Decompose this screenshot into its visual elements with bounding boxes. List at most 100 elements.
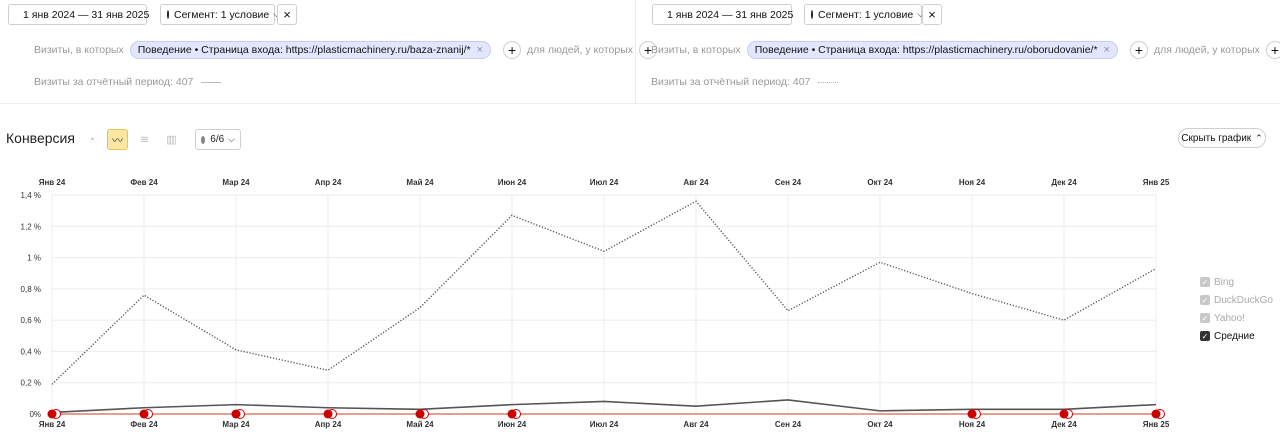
visits-summary-row: Визиты за отчётный период: 407 — [651, 76, 839, 88]
x-tick-label-top: Ноя 24 — [959, 178, 986, 187]
x-tick-label-top: Фев 24 — [130, 178, 158, 187]
event-marker — [1059, 409, 1073, 419]
x-tick-label-bottom: Янв 24 — [39, 420, 66, 429]
close-icon: × — [928, 7, 936, 22]
segment-conditions-row: Визиты, в которых Поведение • Страница в… — [34, 41, 663, 59]
remove-condition-icon[interactable]: × — [477, 44, 483, 56]
x-tick-label-top: Янв 25 — [1143, 178, 1170, 187]
x-tick-label-bottom: Май 24 — [406, 420, 434, 429]
y-tick-label: 1,2 % — [21, 222, 41, 231]
event-marker-dot — [47, 409, 57, 419]
segment-close-button[interactable]: × — [922, 4, 942, 25]
pie-chart-type-button[interactable]: ◔ — [81, 129, 102, 150]
remove-condition-icon[interactable]: × — [1104, 44, 1110, 56]
x-tick-label-bottom: Ноя 24 — [959, 420, 986, 429]
x-tick-label-bottom: Янв 25 — [1143, 420, 1170, 429]
conversion-chart: Янв 24 Фев 24 Мар 24 Апр 24 Май 24 Июн 24 Июл … — [21, 178, 1170, 429]
pie-chart-icon: ◔ — [88, 133, 95, 146]
x-tick-label-bottom: Сен 24 — [775, 420, 802, 429]
y-tick-label: 0,6 % — [21, 316, 41, 325]
x-tick-label-bottom: Окт 24 — [867, 420, 893, 429]
y-tick-label: 0% — [29, 410, 41, 419]
visits-summary: Визиты за отчётный период: 407 — [651, 76, 811, 88]
y-axis: 0% 0,2 % 0,4 % 0,6 % 0,8 % 1 % 1,2 % 1,4 % — [21, 191, 41, 419]
event-marker-dot — [139, 409, 149, 419]
x-axis-bottom: Янв 24 Фев 24 Мар 24 Апр 24 Май 24 Июн 24 Июл … — [39, 420, 1170, 429]
legend-item-yahoo[interactable]: ✓ Yahoo! — [1200, 309, 1273, 327]
x-tick-label-bottom: Авг 24 — [683, 420, 709, 429]
comment-bubble-icon — [201, 135, 206, 144]
x-axis-top: Янв 24 Фев 24 Мар 24 Апр 24 Май 24 Июн 24 Июл … — [39, 178, 1170, 187]
segment-pie-icon — [167, 10, 169, 19]
x-tick-label-top: Сен 24 — [775, 178, 802, 187]
segment-label: Сегмент: 1 условие — [818, 8, 914, 21]
hide-chart-button[interactable]: Скрыть график ⌃ — [1178, 128, 1266, 148]
event-marker — [231, 409, 245, 419]
legend-label: Средние — [1214, 330, 1255, 342]
people-label: для людей, у которых — [1153, 44, 1260, 56]
people-label: для людей, у которых — [527, 44, 633, 56]
segment-dropdown[interactable]: Сегмент: 1 условие ⌵ — [804, 4, 924, 25]
chart-title: Конверсия — [6, 130, 75, 146]
visits-prefix: Визиты, в которых — [651, 44, 741, 56]
y-tick-label: 0,8 % — [21, 285, 41, 294]
segment-panel-2: 1 янв 2024 — 31 янв 2025 Сегмент: 1 усло… — [637, 0, 1280, 104]
y-tick-label: 0,2 % — [21, 379, 41, 388]
bar-chart-type-button[interactable]: ▥ — [161, 129, 182, 150]
x-tick-label-bottom: Июн 24 — [498, 420, 527, 429]
chart-grid — [51, 194, 1157, 415]
condition-tag[interactable]: Поведение • Страница входа: https://plas… — [746, 41, 1118, 59]
legend-item-average[interactable]: ✓ Средние — [1200, 327, 1273, 345]
x-tick-label-bottom: Апр 24 — [315, 420, 342, 429]
legend-label: DuckDuckGo — [1214, 294, 1273, 306]
event-marker — [139, 409, 153, 419]
event-marker-dot — [323, 409, 333, 419]
x-tick-label-top: Июн 24 — [498, 178, 527, 187]
event-marker-dot — [231, 409, 241, 419]
x-tick-label-bottom: Июл 24 — [590, 420, 619, 429]
x-tick-label-top: Авг 24 — [683, 178, 709, 187]
checkbox-icon: ✓ — [1200, 295, 1210, 305]
checkbox-icon: ✓ — [1200, 313, 1210, 323]
x-tick-label-top: Июл 24 — [590, 178, 619, 187]
notes-count: 6/6 — [210, 134, 225, 145]
x-tick-label-bottom: Мар 24 — [222, 420, 250, 429]
x-tick-label-top: Апр 24 — [315, 178, 342, 187]
segment-conditions-row: Визиты, в которых Поведение • Страница в… — [651, 41, 1280, 59]
visits-prefix: Визиты, в которых — [34, 44, 124, 56]
line-chart-type-button[interactable]: 〰 — [107, 129, 128, 150]
legend-label: Bing — [1214, 276, 1235, 288]
segment-label: Сегмент: 1 условие — [174, 8, 270, 21]
event-marker — [1151, 409, 1165, 419]
area-chart-icon: ≋ — [139, 134, 150, 146]
date-range-button[interactable]: 1 янв 2024 — 31 янв 2025 — [652, 4, 793, 25]
legend-item-duckduckgo[interactable]: ✓ DuckDuckGo — [1200, 291, 1273, 309]
x-tick-label-bottom: Фев 24 — [130, 420, 158, 429]
date-range-button[interactable]: 1 янв 2024 — 31 янв 2025 — [8, 4, 149, 25]
visits-summary: Визиты за отчётный период: 407 — [34, 76, 194, 88]
add-condition-button[interactable]: + — [1129, 41, 1148, 59]
x-tick-label-top: Май 24 — [406, 178, 434, 187]
event-marker-dot — [507, 409, 517, 419]
add-people-condition-button[interactable]: + — [1265, 41, 1280, 59]
y-tick-label: 1,4 % — [21, 191, 41, 200]
add-condition-button[interactable]: + — [503, 41, 522, 59]
area-chart-type-button[interactable]: ≋ — [134, 129, 155, 150]
x-tick-label-top: Мар 24 — [222, 178, 250, 187]
legend-label: Yahoo! — [1214, 312, 1245, 324]
event-marker — [507, 409, 521, 419]
condition-tag-label: Поведение • Страница входа: https://plas… — [754, 44, 1098, 56]
condition-tag-label: Поведение • Страница входа: https://plas… — [137, 44, 471, 56]
legend-item-bing[interactable]: ✓ Bing — [1200, 273, 1273, 291]
condition-tag[interactable]: Поведение • Страница входа: https://plas… — [129, 41, 492, 59]
bar-chart-icon: ▥ — [166, 134, 177, 146]
chevron-down-icon: ⌵ — [228, 134, 235, 144]
segment-close-button[interactable]: × — [277, 4, 297, 25]
event-marker — [323, 409, 337, 419]
chevron-up-icon: ⌃ — [1255, 132, 1263, 143]
segment-panel-1: 1 янв 2024 — 31 янв 2025 Сегмент: 1 усло… — [0, 0, 657, 104]
notes-dropdown[interactable]: 6/6 ⌵ — [195, 129, 241, 150]
segment-dropdown[interactable]: Сегмент: 1 условие ⌵ — [160, 4, 280, 25]
y-tick-label: 1 % — [27, 254, 41, 263]
chart-legend: ✓ Bing ✓ DuckDuckGo ✓ Yahoo! ✓ Средние — [1200, 273, 1273, 345]
